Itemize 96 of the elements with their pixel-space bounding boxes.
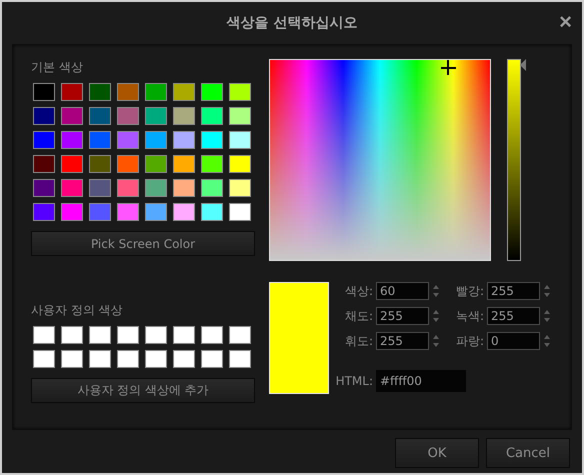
color-swatch[interactable] [61, 350, 83, 368]
field-label: HTML: [335, 374, 373, 388]
field-label: 파랑: [454, 332, 484, 350]
color-swatch[interactable] [145, 131, 167, 149]
color-swatch[interactable] [61, 83, 83, 101]
spin-arrows-icon[interactable] [432, 308, 440, 324]
spectrum-drawing[interactable] [269, 59, 491, 261]
number-field[interactable]: 60 [376, 282, 429, 300]
color-swatch[interactable] [201, 107, 223, 125]
window-title: 색상을 선택하십시오 [226, 14, 358, 32]
field-label: 빨강: [454, 282, 484, 300]
color-swatch[interactable] [229, 179, 251, 197]
value-slider[interactable] [507, 59, 527, 261]
color-swatch[interactable] [89, 131, 111, 149]
color-swatch[interactable] [61, 131, 83, 149]
color-swatch[interactable] [145, 350, 167, 368]
close-button[interactable]: × [559, 12, 572, 32]
color-swatch[interactable] [229, 203, 251, 221]
color-swatch[interactable] [173, 83, 195, 101]
color-swatch[interactable] [61, 179, 83, 197]
color-swatch[interactable] [173, 107, 195, 125]
color-swatch[interactable] [33, 107, 55, 125]
color-swatch[interactable] [33, 83, 55, 101]
color-swatch[interactable] [229, 131, 251, 149]
color-swatch[interactable] [89, 83, 111, 101]
color-swatch[interactable] [33, 155, 55, 173]
crosshair-icon[interactable] [440, 60, 456, 75]
spin-arrows-icon[interactable] [432, 283, 440, 299]
color-swatch[interactable] [89, 350, 111, 368]
number-field[interactable]: 255 [487, 307, 540, 325]
color-swatch[interactable] [33, 326, 55, 344]
color-swatch[interactable] [201, 131, 223, 149]
color-swatch[interactable] [89, 326, 111, 344]
color-swatch[interactable] [173, 350, 195, 368]
color-swatch[interactable] [33, 179, 55, 197]
color-swatch[interactable] [201, 203, 223, 221]
color-swatch[interactable] [89, 107, 111, 125]
slider-arrow-icon[interactable] [520, 59, 526, 71]
color-swatch[interactable] [229, 326, 251, 344]
color-swatch[interactable] [117, 83, 139, 101]
html-field[interactable]: #ffff00 [376, 370, 466, 392]
color-swatch[interactable] [145, 83, 167, 101]
field-label: 채도: [344, 308, 373, 324]
color-swatch[interactable] [201, 350, 223, 368]
section-label: 사용자 정의 색상 [31, 302, 124, 318]
spin-arrows-icon[interactable] [432, 333, 440, 349]
color-swatch[interactable] [173, 155, 195, 173]
color-swatch[interactable] [145, 203, 167, 221]
color-swatch[interactable] [89, 155, 111, 173]
color-swatch[interactable] [61, 203, 83, 221]
color-swatch[interactable] [117, 326, 139, 344]
color-swatch[interactable] [117, 155, 139, 173]
add-custom-color-button[interactable]: 사용자 정의 색상에 추가 [31, 378, 255, 403]
color-swatch[interactable] [33, 203, 55, 221]
color-swatch[interactable] [173, 203, 195, 221]
color-swatch[interactable] [229, 350, 251, 368]
color-swatch[interactable] [33, 131, 55, 149]
spin-arrows-icon[interactable] [543, 308, 551, 324]
dialog-button[interactable]: OK [395, 438, 479, 468]
color-swatch[interactable] [201, 155, 223, 173]
color-swatch[interactable] [61, 107, 83, 125]
number-field[interactable]: 255 [376, 307, 429, 325]
color-swatch[interactable] [117, 203, 139, 221]
color-swatch[interactable] [117, 107, 139, 125]
pick-screen-color-button[interactable]: Pick Screen Color [31, 231, 255, 256]
color-swatch[interactable] [145, 107, 167, 125]
number-field[interactable]: 255 [376, 332, 429, 350]
field-label: 녹색: [454, 308, 484, 324]
color-swatch[interactable] [117, 350, 139, 368]
color-swatch[interactable] [145, 155, 167, 173]
color-swatch[interactable] [117, 179, 139, 197]
dialog-button[interactable]: Cancel [486, 438, 570, 468]
spin-arrows-icon[interactable] [543, 283, 551, 299]
color-swatch[interactable] [173, 326, 195, 344]
color-swatch[interactable] [173, 131, 195, 149]
color-swatch[interactable] [229, 155, 251, 173]
section-label: 기본 색상 [31, 59, 84, 75]
color-swatch[interactable] [89, 179, 111, 197]
color-swatch[interactable] [173, 179, 195, 197]
color-swatch[interactable] [61, 326, 83, 344]
color-swatch[interactable] [229, 83, 251, 101]
number-field[interactable]: 255 [487, 282, 540, 300]
number-field[interactable]: 0 [487, 332, 540, 350]
field-label: 색상: [344, 282, 373, 300]
color-swatch[interactable] [61, 155, 83, 173]
spin-arrows-icon[interactable] [543, 333, 551, 349]
color-swatch[interactable] [33, 350, 55, 368]
color-swatch[interactable] [201, 83, 223, 101]
color-swatch[interactable] [145, 179, 167, 197]
field-label: 휘도: [344, 332, 373, 350]
color-swatch[interactable] [201, 326, 223, 344]
color-swatch[interactable] [89, 203, 111, 221]
color-swatch[interactable] [145, 326, 167, 344]
color-swatch[interactable] [201, 179, 223, 197]
color-swatch[interactable] [229, 107, 251, 125]
color-swatch[interactable] [117, 131, 139, 149]
